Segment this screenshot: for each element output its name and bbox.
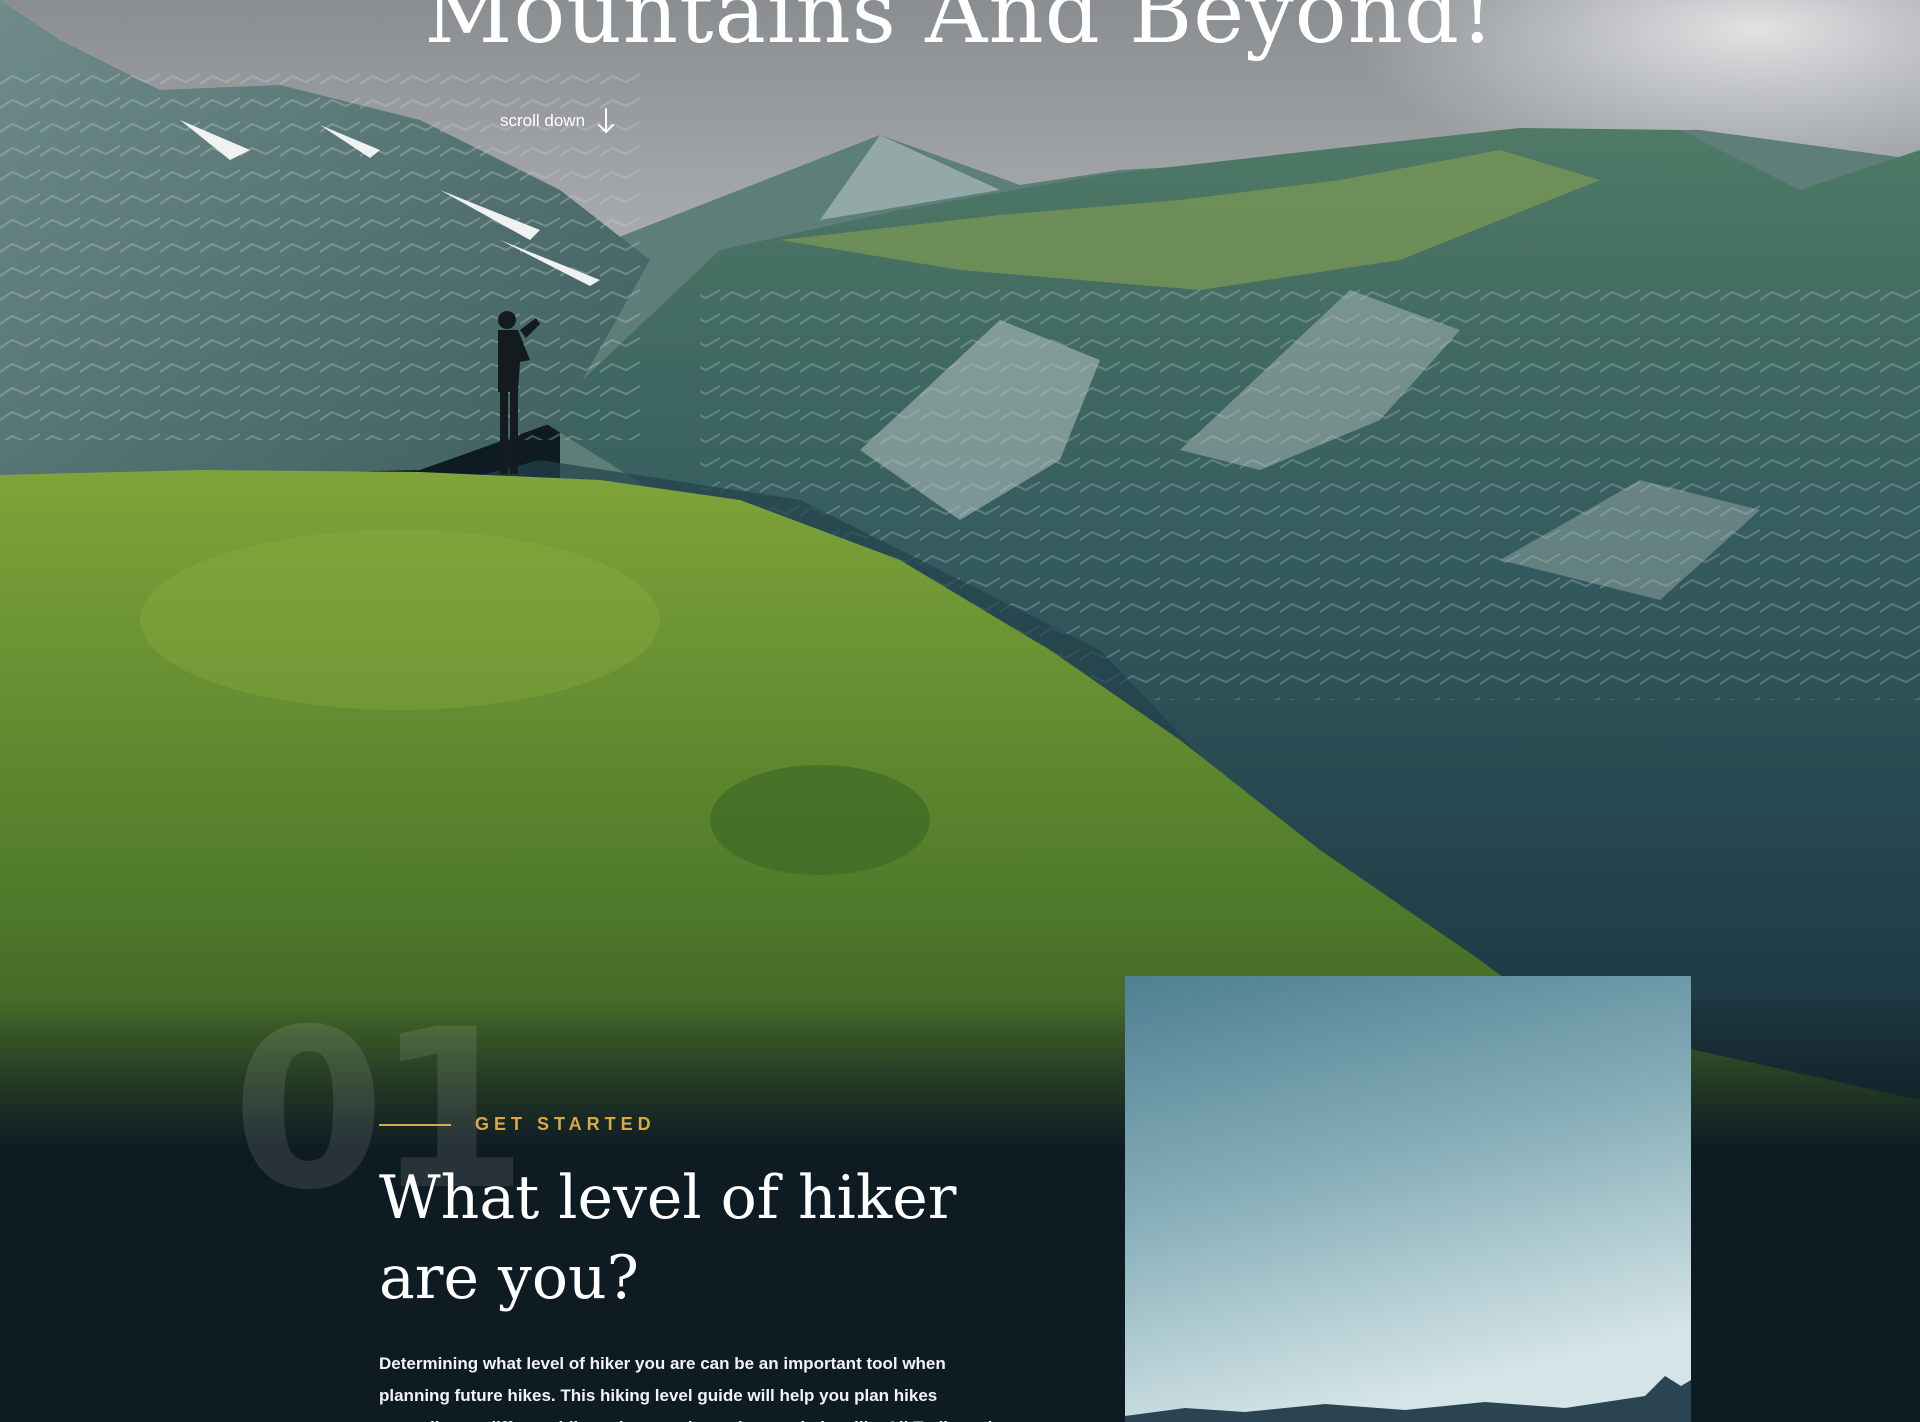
eyebrow-label: GET STARTED (475, 1114, 656, 1134)
arrow-down-icon (598, 108, 615, 133)
scroll-down-link[interactable]: scroll down (500, 108, 615, 134)
page: Mountains And Beyond! scroll down 01 GET… (0, 0, 1920, 1422)
section-heading: What level of hiker are you? (379, 1163, 957, 1314)
scroll-down-label: scroll down (500, 111, 586, 130)
section-body-text: Determining what level of hiker you are … (379, 1354, 992, 1422)
eyebrow: GET STARTED (379, 1114, 656, 1135)
feature-image (1125, 976, 1691, 1422)
eyebrow-divider (379, 1123, 451, 1126)
hero-title: Mountains And Beyond! (424, 0, 1496, 63)
